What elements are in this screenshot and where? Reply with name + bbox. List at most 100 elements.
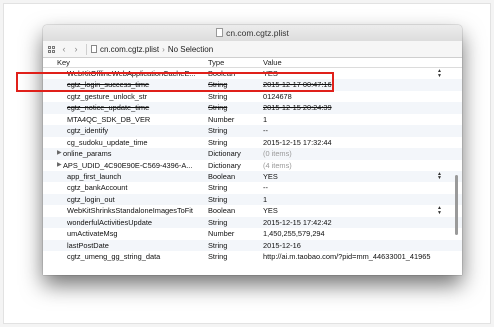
- table-row[interactable]: cgtz_umeng_gg_string_data String http://ai…: [43, 251, 462, 262]
- row-type[interactable]: Dictionary: [208, 160, 263, 171]
- row-key-text: cgtz_login_out: [67, 194, 115, 204]
- table-row[interactable]: cg_sudoku_update_time String 2015-12-15 17…: [43, 137, 462, 148]
- table-row[interactable]: MTA4QC_SDK_DB_VER Number 1: [43, 114, 462, 125]
- row-value[interactable]: (4 items): [263, 160, 462, 171]
- row-value[interactable]: --: [263, 125, 462, 136]
- forward-button[interactable]: ›: [70, 43, 82, 55]
- table-row[interactable]: umActivateMsg Number 1,450,255,579,294: [43, 228, 462, 239]
- plist-file-icon: [91, 45, 97, 53]
- row-value[interactable]: YES ▲ ▼: [263, 171, 462, 182]
- row-key-text: MTA4QC_SDK_DB_VER: [67, 114, 151, 124]
- row-key-text: cgtz_bankAccount: [67, 183, 128, 193]
- row-key[interactable]: cgtz_gesture_unlock_str: [43, 91, 208, 102]
- row-value[interactable]: 2015-12-17 00:47:16: [263, 79, 462, 90]
- row-key-text: cgtz_notice_update_time: [67, 103, 150, 113]
- row-type[interactable]: String: [208, 182, 263, 193]
- row-type[interactable]: Number: [208, 114, 263, 125]
- row-key[interactable]: ▶ online_params: [43, 148, 208, 159]
- row-key[interactable]: WebKitShrinksStandaloneImagesToFit: [43, 205, 208, 216]
- row-type-text: String: [208, 217, 228, 227]
- row-key[interactable]: MTA4QC_SDK_DB_VER: [43, 114, 208, 125]
- table-row[interactable]: cgtz_bankAccount String --: [43, 182, 462, 193]
- row-key-text: umActivateMsg: [67, 229, 118, 239]
- row-key[interactable]: cgtz_login_success_time: [43, 79, 208, 90]
- table-row[interactable]: wonderfulActivitiesUpdate String 2015-12-1…: [43, 216, 462, 229]
- breadcrumb-file[interactable]: cn.com.cgtz.plist: [100, 45, 159, 54]
- row-type[interactable]: Dictionary: [208, 148, 263, 159]
- row-value[interactable]: 1,450,255,579,294: [263, 228, 462, 239]
- row-key[interactable]: app_first_launch: [43, 171, 208, 182]
- table-row[interactable]: WebKitOfflineWebApplicationCacheE... Bool…: [43, 68, 462, 79]
- row-value[interactable]: 1: [263, 114, 462, 125]
- row-value-text: --: [263, 126, 268, 136]
- row-key[interactable]: wonderfulActivitiesUpdate: [43, 217, 208, 228]
- row-type[interactable]: String: [208, 137, 263, 148]
- row-type[interactable]: String: [208, 79, 263, 90]
- row-value[interactable]: YES ▲ ▼: [263, 68, 462, 79]
- row-key[interactable]: cg_sudoku_update_time: [43, 137, 208, 148]
- row-value[interactable]: --: [263, 182, 462, 193]
- row-value[interactable]: 2015-12-15 20:24:39: [263, 102, 462, 113]
- breadcrumb[interactable]: cn.com.cgtz.plist › No Selection: [91, 45, 213, 54]
- table-row[interactable]: cgtz_notice_update_time String 2015-12-15 …: [43, 102, 462, 114]
- row-type[interactable]: String: [208, 102, 263, 113]
- back-button[interactable]: ‹: [58, 43, 70, 55]
- disclosure-triangle-icon[interactable]: ▶: [57, 148, 62, 159]
- popup-stepper-icon[interactable]: ▲ ▼: [437, 171, 442, 181]
- row-key[interactable]: ▶ APS_UDID_4C90E90E-C569-4396-A...: [43, 160, 208, 171]
- row-key[interactable]: cgtz_bankAccount: [43, 182, 208, 193]
- table-row[interactable]: cgtz_identify String --: [43, 125, 462, 137]
- row-value-text: 2015-12-15 17:42:42: [263, 217, 332, 227]
- row-type[interactable]: String: [208, 240, 263, 251]
- column-value-header[interactable]: Value: [263, 58, 462, 67]
- row-value[interactable]: http://ai.m.taobao.com/?pid=mm_44633001_…: [263, 251, 462, 262]
- row-key[interactable]: umActivateMsg: [43, 228, 208, 239]
- disclosure-triangle-icon[interactable]: ▶: [57, 160, 62, 171]
- row-value[interactable]: 2015-12-15 17:32:44: [263, 137, 462, 148]
- row-type[interactable]: Boolean: [208, 171, 263, 182]
- row-key[interactable]: cgtz_login_out: [43, 194, 208, 205]
- row-value-text: 2015-12-16: [263, 240, 301, 250]
- row-key[interactable]: cgtz_notice_update_time: [43, 102, 208, 113]
- table-row[interactable]: ▶ APS_UDID_4C90E90E-C569-4396-A... Diction…: [43, 160, 462, 171]
- vertical-scrollbar[interactable]: [455, 175, 458, 235]
- row-key-text: cgtz_login_success_time: [67, 80, 150, 90]
- row-key[interactable]: WebKitOfflineWebApplicationCacheE...: [43, 68, 208, 79]
- table-row[interactable]: ▶ online_params Dictionary (0 items): [43, 148, 462, 160]
- table-row[interactable]: cgtz_login_out String 1: [43, 193, 462, 206]
- row-type[interactable]: Number: [208, 228, 263, 239]
- row-value-text: 2015-12-15 20:24:39: [263, 103, 332, 113]
- row-type[interactable]: String: [208, 91, 263, 102]
- column-type-header[interactable]: Type: [208, 58, 263, 67]
- row-value[interactable]: 2015-12-15 17:42:42: [263, 217, 462, 228]
- row-value[interactable]: 1: [263, 194, 462, 205]
- row-key-text: APS_UDID_4C90E90E-C569-4396-A...: [63, 160, 193, 170]
- row-key[interactable]: cgtz_umeng_gg_string_data: [43, 251, 208, 262]
- table-row[interactable]: lastPostDate String 2015-12-16: [43, 239, 462, 251]
- row-value[interactable]: (0 items): [263, 148, 462, 159]
- row-type[interactable]: Boolean: [208, 205, 263, 216]
- row-value[interactable]: YES ▲ ▼: [263, 205, 462, 216]
- table-row[interactable]: cgtz_login_success_time String 2015-12-17 …: [43, 79, 462, 91]
- row-value[interactable]: 2015-12-16: [263, 240, 462, 251]
- popup-stepper-icon[interactable]: ▲ ▼: [437, 69, 442, 79]
- row-key[interactable]: lastPostDate: [43, 240, 208, 251]
- row-value-text: 1: [263, 194, 268, 204]
- row-value[interactable]: 0124678: [263, 91, 462, 102]
- table-row[interactable]: WebKitShrinksStandaloneImagesToFit Boolea…: [43, 205, 462, 216]
- row-key[interactable]: cgtz_identify: [43, 125, 208, 136]
- grid-view-icon[interactable]: [48, 45, 55, 53]
- row-type[interactable]: String: [208, 125, 263, 136]
- row-type[interactable]: Boolean: [208, 68, 263, 79]
- row-type-text: String: [208, 240, 228, 250]
- table-row[interactable]: app_first_launch Boolean YES ▲ ▼: [43, 170, 462, 183]
- column-key-header[interactable]: Key: [43, 58, 208, 67]
- popup-stepper-icon[interactable]: ▲ ▼: [437, 206, 442, 216]
- row-type-text: String: [208, 183, 228, 193]
- row-key-text: app_first_launch: [67, 171, 122, 181]
- row-type-text: String: [208, 103, 228, 113]
- row-type[interactable]: String: [208, 194, 263, 205]
- table-row[interactable]: cgtz_gesture_unlock_str String 0124678: [43, 91, 462, 102]
- row-type[interactable]: String: [208, 217, 263, 228]
- row-type[interactable]: String: [208, 251, 263, 262]
